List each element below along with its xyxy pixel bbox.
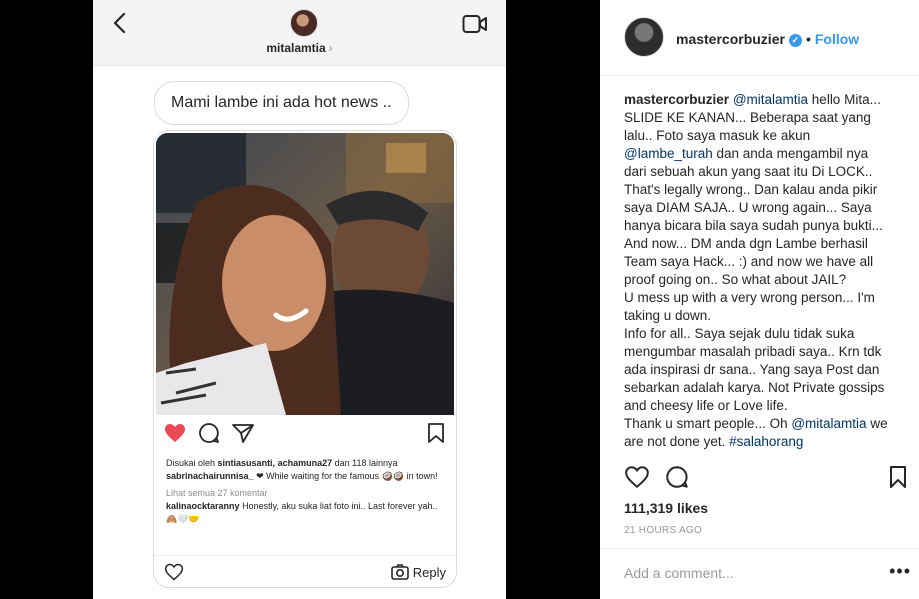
reply-button[interactable]: Reply [390,564,446,580]
caption-paragraph-4: Thank u smart people... Oh @mitalamtia w… [624,416,888,449]
heart-filled-icon[interactable] [163,421,187,445]
separator-dot: • [805,31,811,47]
comment-bar: ••• [600,548,919,599]
shared-post-photo[interactable] [156,133,454,415]
like-count[interactable]: 111,319 likes [624,500,708,516]
comment-icon[interactable] [664,464,690,495]
bookmark-icon[interactable] [424,421,448,445]
comment-input[interactable] [624,565,874,581]
author-username[interactable]: mastercorbuzier [676,31,785,47]
chevron-right-icon: › [328,41,333,55]
caption-username[interactable]: mastercorbuzier [624,92,729,107]
author-avatar[interactable] [624,17,664,57]
card-reply-bar: Reply [154,555,456,587]
back-icon[interactable] [110,10,132,36]
more-options-icon[interactable]: ••• [889,561,911,582]
post-header: mastercorbuzier ✓ • Follow [600,0,919,76]
verified-badge-icon: ✓ [788,34,802,47]
caption-paragraph-1: mastercorbuzier @mitalamtia hello Mita..… [624,92,883,287]
view-comments-link[interactable]: Lihat semua 27 komentar [166,487,448,500]
mention-link[interactable]: @mitalamtia [791,416,866,431]
shared-post-actions [154,421,456,447]
hashtag-link[interactable]: #salahorang [729,434,803,449]
post-actions [624,464,914,490]
heart-outline-icon[interactable] [164,562,184,587]
dm-username[interactable]: mitalamtia › [93,41,506,55]
shared-post-caption: sabrinachairunnisa_ ❤ While waiting for … [166,471,438,481]
caption-paragraph-3: Info for all.. Saya sejak dulu tidak suk… [624,326,885,413]
shared-post-comment: kalinaocktaranny Honestly, aku suka liat… [166,501,438,524]
video-icon[interactable] [462,13,488,35]
bookmark-icon[interactable] [886,464,910,495]
author-line: mastercorbuzier ✓ • Follow [676,31,859,47]
share-icon[interactable] [231,421,255,445]
liked-by-line: Disukai oleh sintiasusanti, achamuna27 d… [166,458,398,468]
shared-post-card[interactable]: Disukai oleh sintiasusanti, achamuna27 d… [153,130,457,588]
post-caption: mastercorbuzier @mitalamtia hello Mita..… [624,91,894,451]
dm-screenshot: mitalamtia › Mami lambe ini ada hot news … [93,0,506,599]
dm-avatar[interactable] [290,9,318,37]
post-timestamp[interactable]: 21 HOURS AGO [624,525,702,536]
message-bubble[interactable]: Mami lambe ini ada hot news .. [154,81,409,125]
camera-icon [390,564,409,580]
mention-link[interactable]: @lambe_turah [624,146,713,161]
mention-link[interactable]: @mitalamtia [733,92,808,107]
comment-icon[interactable] [197,421,221,445]
dm-header: mitalamtia › [93,0,506,66]
screen: mitalamtia › Mami lambe ini ada hot news … [0,0,919,599]
caption-paragraph-2: U mess up with a very wrong person... I'… [624,290,875,323]
post-sidebar: mastercorbuzier ✓ • Follow mastercorbuzier … [600,0,919,599]
like-heart-icon[interactable] [624,464,650,495]
shared-post-meta: Disukai oleh sintiasusanti, achamuna27 d… [166,457,448,526]
follow-button[interactable]: Follow [815,31,859,47]
